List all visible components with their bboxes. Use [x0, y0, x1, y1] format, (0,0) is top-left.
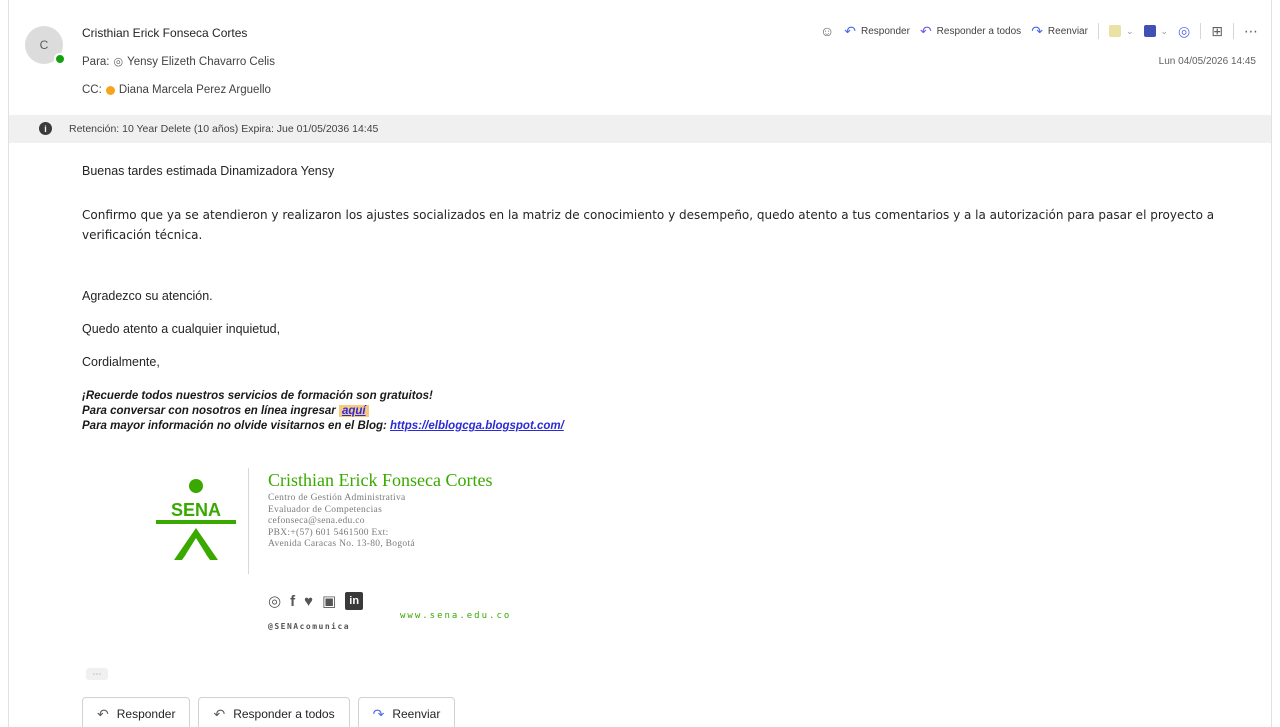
reply-all-button[interactable]: ↶ Responder a todos — [920, 24, 1021, 38]
recipient-status-icon: ◎ — [113, 56, 124, 68]
twitter-icon[interactable]: ♥ — [304, 594, 313, 609]
frame-right-border — [1271, 0, 1272, 727]
copilot-icon[interactable]: ◎ — [1178, 24, 1190, 38]
translate-button[interactable]: ⌄ — [1143, 25, 1169, 37]
bottom-reply-all-button[interactable]: ↶ Responder a todos — [198, 697, 350, 727]
toolbar-separator — [1233, 23, 1234, 39]
retention-text: Retención: 10 Year Delete (10 años) Expi… — [69, 123, 379, 135]
cc-recipient[interactable]: Diana Marcela Perez Arguello — [119, 84, 271, 96]
toolbar-separator — [1200, 23, 1202, 39]
website-link[interactable]: www.sena.edu.co — [400, 611, 511, 621]
bottom-forward-button[interactable]: ↷ Reenviar — [357, 697, 456, 727]
bottom-forward-label: Reenviar — [392, 707, 441, 721]
signature-details: Centro de Gestión Administrativa Evaluad… — [268, 493, 415, 551]
chevron-down-icon: ⌄ — [1125, 25, 1134, 36]
social-icons: ◎ f ♥ ▣ in — [268, 592, 364, 610]
reply-all-icon: ↶ — [213, 706, 226, 722]
message-toolbar: ☺ ↶ Responder ↶ Responder a todos ↷ Reen… — [820, 21, 1258, 41]
signature-line-phone: PBX:+(57) 601 5461500 Ext: — [268, 527, 389, 538]
message-header: C Cristhian Erick Fonseca Cortes Para: ◎… — [0, 0, 1280, 108]
promo-line-1: ¡Recuerde todos nuestros servicios de fo… — [82, 390, 433, 402]
more-options-icon[interactable]: ⋯ — [1244, 24, 1258, 38]
bottom-actions: ↶ Responder ↶ Responder a todos ↷ Reenvi… — [82, 697, 456, 727]
sena-logo: SENA — [156, 479, 236, 560]
social-handle: @SENAcomunica — [268, 622, 351, 631]
promo-block: ¡Recuerde todos nuestros servicios de fo… — [82, 389, 564, 434]
sena-logo-text: SENA — [171, 500, 221, 520]
translate-icon — [1143, 25, 1156, 37]
apps-button[interactable]: ⌄ — [1108, 25, 1134, 37]
reply-all-icon: ↶ — [919, 23, 932, 39]
body-paragraph: Confirmo que ya se atendieron y realizar… — [82, 208, 1215, 242]
show-trimmed-content-button[interactable]: ⋯ — [86, 668, 108, 680]
attentive-text: Quedo atento a cualquier inquietud, — [82, 322, 281, 336]
cc-label: CC: — [82, 84, 102, 96]
presence-available-icon — [54, 53, 66, 65]
cc-presence-icon — [105, 85, 115, 95]
signature-divider — [248, 468, 249, 574]
thanks-text: Agradezco su atención. — [82, 289, 213, 303]
to-line: Para: ◎ Yensy Elizeth Chavarro Celis — [82, 55, 275, 69]
bottom-reply-label: Responder — [116, 707, 176, 721]
reply-label: Responder — [861, 25, 910, 37]
forward-label: Reenviar — [1047, 25, 1088, 37]
promo-line-2-text: Para conversar con nosotros en línea ing… — [82, 405, 336, 417]
reply-icon: ↶ — [97, 706, 109, 722]
emoji-reaction-icon[interactable]: ☺ — [820, 24, 834, 38]
greeting-text: Buenas tardes estimada Dinamizadora Yens… — [82, 164, 335, 178]
signature-line-address: Avenida Caracas No. 13-80, Bogotá — [268, 539, 415, 549]
forward-button[interactable]: ↷ Reenviar — [1031, 24, 1088, 38]
sender-name[interactable]: Cristhian Erick Fonseca Cortes — [82, 26, 247, 40]
instagram-icon[interactable]: ◎ — [268, 594, 281, 609]
retention-banner: i Retención: 10 Year Delete (10 años) Ex… — [9, 115, 1271, 143]
to-label: Para: — [82, 55, 110, 68]
signature-line-center: Centro de Gestión Administrativa — [268, 493, 406, 503]
signature-line-email[interactable]: cefonseca@sena.edu.co — [268, 516, 415, 528]
promo-line-2: Para conversar con nosotros en línea ing… — [82, 404, 564, 419]
to-recipient[interactable]: Yensy Elizeth Chavarro Celis — [127, 56, 275, 68]
signature-name: Cristhian Erick Fonseca Cortes — [268, 470, 493, 490]
frame-left-border — [8, 0, 9, 727]
bottom-reply-all-label: Responder a todos — [233, 707, 335, 721]
toolbar-separator — [1097, 23, 1099, 39]
apps-icon — [1108, 25, 1121, 37]
message-date: Lun 04/05/2026 14:45 — [1158, 56, 1256, 67]
forward-icon: ↷ — [372, 706, 385, 722]
promo-line-3-text: Para mayor información no olvide visitar… — [82, 420, 387, 432]
chevron-down-icon: ⌄ — [1160, 25, 1169, 36]
linkedin-icon[interactable]: in — [345, 592, 364, 610]
reply-icon: ↶ — [844, 23, 857, 39]
reply-button[interactable]: ↶ Responder — [844, 24, 910, 38]
blog-link[interactable]: https://elblogcga.blogspot.com/ — [390, 420, 564, 432]
chat-link[interactable]: aquí — [338, 405, 369, 417]
signature-line-role: Evaluador de Competencias — [268, 504, 383, 515]
youtube-icon[interactable]: ▣ — [322, 594, 336, 609]
bottom-reply-button[interactable]: ↶ Responder — [82, 697, 191, 727]
immersive-reader-icon[interactable]: ⊞ — [1211, 24, 1223, 38]
cc-line: CC: Diana Marcela Perez Arguello — [82, 84, 271, 96]
info-icon: i — [39, 122, 52, 135]
facebook-icon[interactable]: f — [290, 594, 295, 609]
reply-all-label: Responder a todos — [936, 25, 1022, 37]
forward-icon: ↷ — [1031, 23, 1043, 39]
promo-line-3: Para mayor información no olvide visitar… — [82, 419, 564, 434]
closing-text: Cordialmente, — [82, 355, 160, 369]
